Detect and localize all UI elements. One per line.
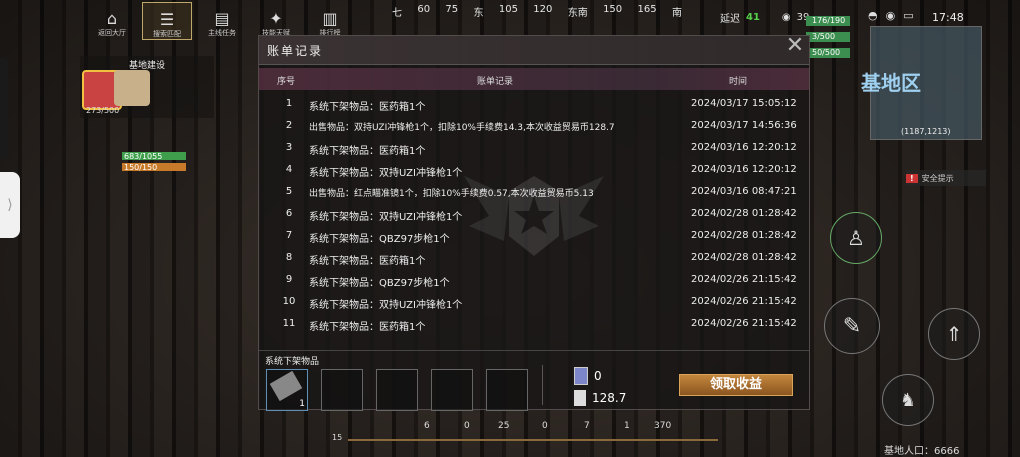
collect-earnings-button[interactable]: 领取收益: [679, 374, 793, 396]
row-time: 2024/02/28 01:28:42: [691, 230, 797, 241]
mic-icon[interactable]: ◉: [886, 9, 896, 22]
row-description: 出售物品：红点瞄准镜1个，扣除10%手续费0.57,本次收益贸易币5.13: [309, 189, 594, 199]
dialog-header: 账单记录: [259, 36, 809, 65]
row-description: 系统下架物品：双持UZI冲锋枪1个: [309, 212, 463, 223]
row-description: 系统下架物品：双持UZI冲锋枪1个: [309, 168, 463, 179]
divider: [542, 365, 543, 405]
row-number: 11: [282, 318, 296, 329]
home-icon: ⌂: [106, 9, 118, 28]
row-time: 2024/02/26 21:15:42: [691, 296, 797, 307]
nav-match[interactable]: ☰ 搜索匹配: [142, 2, 192, 40]
row-time: 2024/02/26 21:15:42: [691, 274, 797, 285]
nav-skills[interactable]: ✦ 技能天赋: [252, 2, 300, 38]
table-row: 11 系统下架物品：医药箱1个 2024/02/26 21:15:42: [259, 314, 809, 336]
row-number: 8: [285, 252, 293, 263]
warning-badge[interactable]: ! 安全提示: [906, 170, 986, 186]
row-number: 5: [285, 186, 293, 197]
delisted-items-section: 系统下架物品 1 0 128.7 领取收益: [259, 350, 809, 411]
book-icon: ▤: [214, 9, 230, 28]
item-slot[interactable]: [431, 369, 473, 411]
teammate-avatar[interactable]: [114, 70, 150, 106]
item-slot[interactable]: [321, 369, 363, 411]
table-row: 4 系统下架物品：双持UZI冲锋枪1个 2024/03/16 12:20:12: [259, 160, 809, 182]
row-description: 系统下架物品：医药箱1个: [309, 256, 426, 267]
earnings: 0 128.7: [574, 365, 626, 409]
system-icons: ◓ ◉ ▭: [868, 9, 914, 22]
table-row: 8 系统下架物品：医药箱1个 2024/02/28 01:28:42: [259, 248, 809, 270]
bill-record-list[interactable]: 1 系统下架物品：医药箱1个 2024/03/17 15:05:12 2 出售物品：双持…: [259, 94, 809, 346]
table-header: 序号 账单记录 时间: [259, 68, 809, 90]
row-number: 3: [285, 142, 293, 153]
table-row: 7 系统下架物品：QBZ97步枪1个 2024/02/28 01:28:42: [259, 226, 809, 248]
battery-icon: ▭: [903, 9, 914, 22]
players-icon: ◉: [781, 12, 791, 23]
bill-record-dialog: 账单记录 ✕ 序号 账单记录 时间 1 系统下架物品：医药箱1个 2024/03/1…: [258, 34, 810, 411]
signal-icon: ◓: [868, 9, 878, 22]
table-row: 2 出售物品：双持UZI冲锋枪1个，扣除10%手续费14.3,本次收益贸易币128…: [259, 116, 809, 138]
row-description: 系统下架物品：医药箱1个: [309, 146, 426, 157]
row-number: 4: [285, 164, 293, 175]
table-row: 10 系统下架物品：双持UZI冲锋枪1个 2024/02/26 21:15:42: [259, 292, 809, 314]
warning-icon: !: [906, 173, 918, 183]
row-description: 系统下架物品：双持UZI冲锋枪1个: [309, 300, 463, 311]
row-description: 系统下架物品：QBZ97步枪1个: [309, 278, 450, 289]
nav-rank[interactable]: ▥ 排行榜: [306, 2, 354, 38]
row-number: 10: [282, 296, 296, 307]
row-number: 2: [285, 120, 293, 131]
base-count: 273/500: [86, 106, 120, 115]
row-time: 2024/02/28 01:28:42: [691, 252, 797, 263]
row-description: 系统下架物品：QBZ97步枪1个: [309, 234, 450, 245]
rank-icon: ▥: [322, 9, 338, 28]
crouch-button[interactable]: ♞: [882, 374, 934, 426]
interact-button[interactable]: ♙: [830, 212, 882, 264]
base-population: 基地人口：6666: [884, 446, 960, 457]
table-row: 3 系统下架物品：医药箱1个 2024/03/16 12:20:12: [259, 138, 809, 160]
side-drawer-tab[interactable]: ⟩: [0, 172, 20, 238]
row-time: 2024/03/17 14:56:36: [691, 120, 797, 131]
compass-strip: 七 60 75 东 105 120 东南 150 165 南: [392, 4, 682, 19]
table-row: 6 系统下架物品：双持UZI冲锋枪1个 2024/02/28 01:28:42: [259, 204, 809, 226]
row-time: 2024/03/17 15:05:12: [691, 98, 797, 109]
hp-bar: 683/1055: [122, 152, 186, 161]
jump-button[interactable]: ⇑: [928, 308, 980, 360]
close-icon[interactable]: ✕: [783, 34, 807, 58]
table-row: 5 出售物品：红点瞄准镜1个，扣除10%手续费0.57,本次收益贸易币5.13 20…: [259, 182, 809, 204]
item-slot[interactable]: [376, 369, 418, 411]
row-time: 2024/03/16 12:20:12: [691, 142, 797, 153]
table-row: 1 系统下架物品：医药箱1个 2024/03/17 15:05:12: [259, 94, 809, 116]
minimap[interactable]: 基地区 (1187,1213): [861, 26, 982, 140]
match-icon: ☰: [159, 10, 175, 29]
row-time: 2024/03/16 08:47:21: [691, 186, 797, 197]
item-slot[interactable]: 1: [266, 369, 308, 411]
table-row: 9 系统下架物品：QBZ97步枪1个 2024/02/26 21:15:42: [259, 270, 809, 292]
row-description: 出售物品：双持UZI冲锋枪1个，扣除10%手续费14.3,本次收益贸易币128.…: [309, 123, 615, 133]
row-time: 2024/02/26 21:15:42: [691, 318, 797, 329]
row-time: 2024/03/16 12:20:12: [691, 164, 797, 175]
nav-quest[interactable]: ▤ 主线任务: [198, 2, 246, 38]
edge-handle: [0, 58, 8, 158]
food-bar: 150/150: [122, 163, 186, 172]
row-number: 9: [285, 274, 293, 285]
skill-icon: ✦: [269, 9, 283, 28]
trade-coin-icon: [574, 390, 586, 406]
nav-lobby[interactable]: ⌂ 返回大厅: [88, 2, 136, 38]
melee-button[interactable]: ✎: [824, 298, 880, 354]
row-number: 7: [285, 230, 293, 241]
item-slot[interactable]: [486, 369, 528, 411]
player-bars: 683/1055 150/150: [122, 152, 186, 172]
row-number: 1: [285, 98, 293, 109]
row-number: 6: [285, 208, 293, 219]
dialog-title: 账单记录: [267, 43, 324, 58]
right-resource-bars: 176/190 3/500 50/500: [806, 16, 850, 64]
row-description: 系统下架物品：医药箱1个: [309, 322, 426, 333]
weapon-icon: [269, 370, 303, 402]
row-time: 2024/02/28 01:28:42: [691, 208, 797, 219]
network-status: 延迟 41 ◉ 39: [720, 12, 810, 25]
exp-line: [348, 439, 718, 441]
card-currency-icon: [574, 367, 588, 385]
clock: 17:48: [932, 11, 964, 24]
row-description: 系统下架物品：医药箱1个: [309, 102, 426, 113]
